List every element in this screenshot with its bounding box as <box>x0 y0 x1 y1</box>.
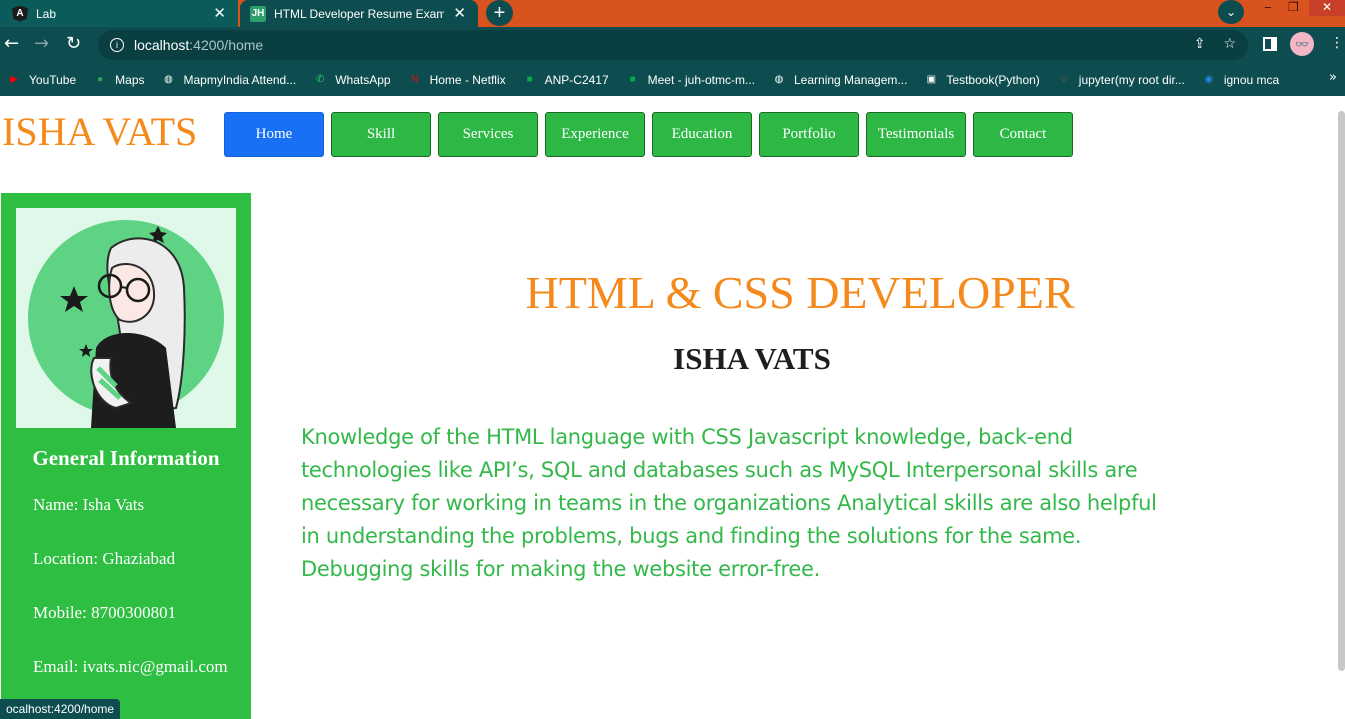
bookmark-label: Maps <box>115 72 145 87</box>
main-nav: Home Skill Services Experience Education Port… <box>224 112 1080 157</box>
address-bar[interactable]: i localhost:4200/home ⇪ ☆ <box>98 30 1248 60</box>
bookmark-item[interactable]: ◍ MapmyIndia Attend... <box>161 72 297 88</box>
info-mobile: Mobile: 8700300801 <box>33 603 177 622</box>
menu-kebab-icon[interactable]: ⋮ <box>1330 35 1344 51</box>
jh-icon: JH <box>250 5 266 22</box>
share-icon[interactable]: ⇪ <box>1194 36 1206 52</box>
bookmark-item[interactable]: ▣ Testbook(Python) <box>923 72 1040 88</box>
bookmark-label: Learning Managem... <box>794 72 908 87</box>
browser-toolbar: ← → ↻ i localhost:4200/home ⇪ ☆ 👓 ⋮ <box>0 27 1345 63</box>
bookmark-item[interactable]: ◌ jupyter(my root dir... <box>1056 72 1185 88</box>
bookmark-label: ignou mca <box>1223 72 1280 87</box>
bookmark-item[interactable]: ◉ ignou mca <box>1201 72 1279 88</box>
tab-title: HTML Developer Resume Exampl <box>274 6 444 21</box>
bookmark-item[interactable]: ■ ANP-C2417 <box>522 72 609 88</box>
bookmark-item[interactable]: ● Maps <box>92 72 144 88</box>
tab-resume[interactable]: JH HTML Developer Resume Exampl ✕ <box>240 0 478 27</box>
profile-illustration <box>16 208 236 428</box>
nav-button-home[interactable]: Home <box>224 112 324 157</box>
bookmark-label: WhatsApp <box>335 72 391 87</box>
new-tab-button[interactable]: + <box>486 0 513 26</box>
globe-icon: ◍ <box>774 74 784 85</box>
hero-title: HTML & CSS DEVELOPER <box>525 267 1075 318</box>
reload-icon[interactable]: ↻ <box>66 33 81 54</box>
bookmark-label: jupyter(my root dir... <box>1078 72 1185 87</box>
nav-button-education[interactable]: Education <box>652 112 752 157</box>
bookmark-label: YouTube <box>29 72 77 87</box>
side-panel-icon[interactable] <box>1263 37 1277 51</box>
youtube-icon: ▶ <box>10 74 18 85</box>
close-icon[interactable]: ✕ <box>213 4 226 22</box>
status-bar-url: ocalhost:4200/home <box>0 699 121 719</box>
sidebar: General Information Name: Isha Vats Loca… <box>1 193 251 719</box>
bookmark-label: ANP-C2417 <box>544 72 609 87</box>
profile-avatar[interactable]: 👓 <box>1290 32 1314 56</box>
hero-name: ISHA VATS <box>673 341 831 376</box>
general-information-heading: General Information <box>32 446 220 470</box>
testbook-icon: ▣ <box>926 74 937 85</box>
bookmarks-bar: ▶ YouTube ● Maps ◍ MapmyIndia Attend... ✆ Whats… <box>0 63 1345 96</box>
nav-button-skill[interactable]: Skill <box>331 112 431 157</box>
nav-button-services[interactable]: Services <box>438 112 538 157</box>
angular-icon: A <box>12 5 28 22</box>
nav-button-portfolio[interactable]: Portfolio <box>759 112 859 157</box>
bookmark-item[interactable]: N Home - Netflix <box>407 72 506 88</box>
tab-lab[interactable]: A Lab ✕ <box>0 0 238 27</box>
info-email: Email: ivats.nic@gmail.com <box>33 657 228 676</box>
ignou-icon: ◉ <box>1204 74 1214 85</box>
bookmark-label: Testbook(Python) <box>946 72 1040 87</box>
window-close-icon[interactable]: ✕ <box>1309 0 1345 16</box>
site-info-icon[interactable]: i <box>110 38 124 52</box>
maps-pin-icon: ● <box>97 74 104 85</box>
bookmark-item[interactable]: ▶ YouTube <box>6 72 76 88</box>
bookmark-label: MapmyIndia Attend... <box>183 72 297 87</box>
url-text[interactable]: localhost:4200/home <box>134 37 263 53</box>
nav-button-testimonials[interactable]: Testimonials <box>866 112 966 157</box>
bookmark-label: Home - Netflix <box>429 72 506 87</box>
close-icon[interactable]: ✕ <box>453 4 466 22</box>
more-bookmarks-icon[interactable]: » <box>1329 70 1337 85</box>
tab-search-chevron-icon[interactable]: ⌄ <box>1218 0 1244 24</box>
vertical-scrollbar[interactable] <box>1338 111 1345 671</box>
page-content: ISHA VATS Home Skill Services Experience Edu… <box>0 96 1345 719</box>
info-location: Location: Ghaziabad <box>33 549 176 568</box>
meet-icon: ■ <box>629 74 636 85</box>
netflix-icon: N <box>410 74 419 85</box>
bookmark-item[interactable]: ■ Meet - juh-otmc-m... <box>625 72 755 88</box>
bookmark-item[interactable]: ◍ Learning Managem... <box>771 72 908 88</box>
back-arrow-icon[interactable]: ← <box>4 33 19 54</box>
brand-name: ISHA VATS <box>2 109 198 154</box>
bookmark-label: Meet - juh-otmc-m... <box>647 72 755 87</box>
tab-title: Lab <box>36 6 57 21</box>
meet-icon: ■ <box>526 74 533 85</box>
bookmark-star-icon[interactable]: ☆ <box>1223 36 1236 52</box>
tab-strip: A Lab ✕ JH HTML Developer Resume Exampl … <box>0 0 1345 27</box>
hero-description: Knowledge of the HTML language with CSS … <box>301 425 1157 581</box>
nav-button-contact[interactable]: Contact <box>973 112 1073 157</box>
restore-icon[interactable]: ❐ <box>1288 0 1299 16</box>
globe-icon: ◍ <box>164 74 173 85</box>
nav-button-experience[interactable]: Experience <box>545 112 645 157</box>
forward-arrow-icon[interactable]: → <box>34 33 49 54</box>
whatsapp-icon: ✆ <box>316 74 325 85</box>
minimize-icon[interactable]: ‒ <box>1264 0 1272 16</box>
info-name: Name: Isha Vats <box>33 495 145 514</box>
jupyter-icon: ◌ <box>1060 74 1067 85</box>
bookmark-item[interactable]: ✆ WhatsApp <box>312 72 391 88</box>
